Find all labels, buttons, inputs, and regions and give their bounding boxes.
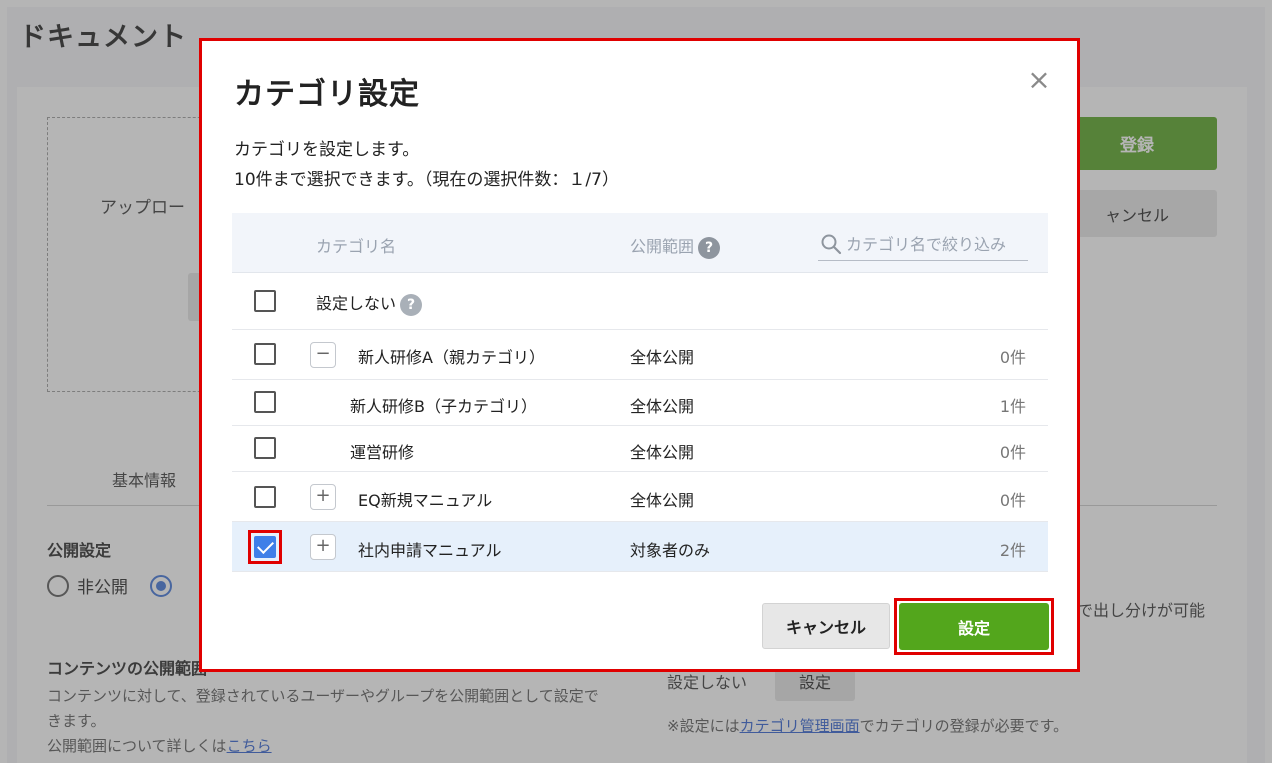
row-checkbox[interactable]: [254, 391, 276, 413]
category-settings-modal: カテゴリ設定 × カテゴリを設定します。 10件まで選択できます。（現在の選択件…: [199, 38, 1080, 672]
header-scope-label: 公開範囲: [630, 237, 695, 256]
table-row[interactable]: − 新人研修A（親カテゴリ） 全体公開 0件: [232, 330, 1048, 380]
table-row[interactable]: 運営研修 全体公開 0件: [232, 426, 1048, 472]
modal-cancel-button[interactable]: キャンセル: [762, 603, 890, 649]
expand-toggle[interactable]: +: [310, 534, 336, 560]
row-checkbox[interactable]: [254, 486, 276, 508]
collapse-toggle[interactable]: −: [310, 342, 336, 368]
category-table: カテゴリ名 公開範囲? 設定しない? − 新人研修A（親カテゴリ）: [232, 213, 1048, 572]
row-checkbox[interactable]: [254, 437, 276, 459]
modal-title: カテゴリ設定: [234, 77, 420, 112]
row-scope: 対象者のみ: [630, 541, 711, 560]
table-row-selected[interactable]: + 社内申請マニュアル 対象者のみ 2件: [232, 522, 1048, 572]
row-name: 新人研修B（子カテゴリ）: [350, 397, 537, 416]
help-icon[interactable]: ?: [698, 236, 721, 259]
row-name: 設定しない: [316, 294, 397, 313]
modal-set-button[interactable]: 設定: [899, 603, 1049, 650]
row-name: 新人研修A（親カテゴリ）: [358, 348, 545, 367]
table-row[interactable]: + EQ新規マニュアル 全体公開 0件: [232, 472, 1048, 522]
header-category-name: カテゴリ名: [316, 237, 397, 256]
row-count: 1件: [999, 397, 1026, 416]
close-icon[interactable]: ×: [1024, 65, 1054, 95]
selection-count-text: 10件まで選択できます。（現在の選択件数：１/7）: [234, 170, 619, 190]
row-scope: 全体公開: [630, 491, 695, 510]
modal-description: カテゴリを設定します。: [234, 140, 420, 160]
row-scope: 全体公開: [630, 348, 695, 367]
header-scope: 公開範囲?: [630, 233, 721, 259]
table-row[interactable]: 設定しない?: [232, 273, 1048, 330]
category-search-input[interactable]: [846, 231, 1028, 257]
row-count: 0件: [999, 491, 1026, 510]
row-count: 0件: [999, 348, 1026, 367]
row-count: 0件: [999, 443, 1026, 462]
row-checkbox[interactable]: [254, 290, 276, 312]
row-scope: 全体公開: [630, 397, 695, 416]
expand-toggle[interactable]: +: [310, 484, 336, 510]
row-name: 社内申請マニュアル: [358, 541, 502, 560]
row-name: 運営研修: [350, 443, 415, 462]
row-name: EQ新規マニュアル: [358, 491, 493, 510]
row-name-cell: 設定しない?: [316, 290, 423, 316]
help-icon[interactable]: ?: [400, 293, 423, 316]
table-header: カテゴリ名 公開範囲?: [232, 213, 1048, 273]
search-icon: [821, 234, 842, 255]
table-row[interactable]: 新人研修B（子カテゴリ） 全体公開 1件: [232, 380, 1048, 426]
category-search: [818, 227, 1028, 261]
row-count: 2件: [999, 541, 1026, 560]
row-checkbox-checked[interactable]: [254, 536, 276, 558]
row-checkbox[interactable]: [254, 343, 276, 365]
row-scope: 全体公開: [630, 443, 695, 462]
